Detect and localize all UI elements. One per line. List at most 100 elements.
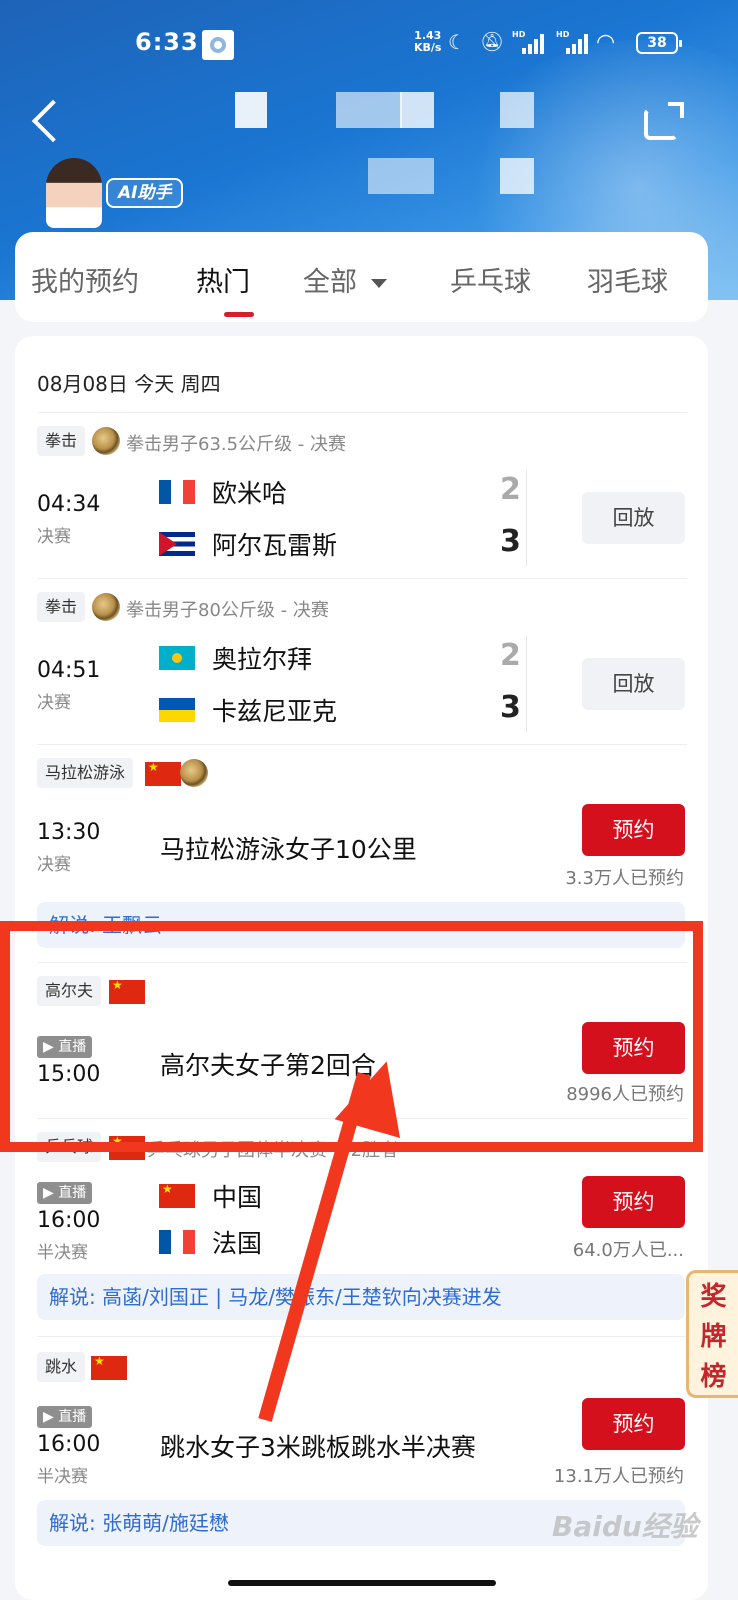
signal-icon: HD [512, 30, 544, 54]
redacted-block [400, 92, 434, 128]
chevron-down-icon [371, 279, 387, 288]
sport-tag: 拳击 [37, 592, 86, 622]
redacted-block [368, 158, 434, 194]
event-time: 16:00 [37, 1432, 101, 1457]
medal-tab-char: 奖 [700, 1282, 727, 1312]
list-item[interactable]: 拳击 拳击男子80公斤级 - 决赛 04:51 决赛 奥拉尔拜 卡兹尼亚克 2 … [15, 578, 708, 744]
network-speed: 1.43 KB/s [414, 30, 441, 54]
tab-hot[interactable]: 热门 [196, 260, 250, 299]
flag-icon-cuba [159, 532, 195, 556]
live-play-icon: ▶ 直播 [37, 1182, 93, 1204]
share-icon[interactable] [640, 98, 688, 144]
category-tabs: 我的预约 热门 全部 乒乓球 羽毛球 [15, 232, 708, 322]
flag-icon-china [109, 1136, 145, 1160]
reserve-button[interactable]: 预约 [582, 804, 685, 856]
medal-icon [180, 759, 208, 787]
team-name: 卡兹尼亚克 [212, 697, 338, 726]
tab-all[interactable]: 全部 [303, 260, 387, 299]
flag-icon-ukraine [159, 698, 195, 722]
battery-icon: 38 [636, 32, 682, 54]
list-item[interactable]: 马拉松游泳 13:30 决赛 马拉松游泳女子10公里 预约 3.3万人已预约 解… [15, 744, 708, 962]
event-time: 04:34 [37, 492, 101, 517]
flag-icon-france [159, 480, 195, 504]
commentary-bar[interactable]: 解说: 王飘云 [37, 902, 685, 948]
speed-unit: KB/s [414, 41, 442, 54]
reservation-count: 8996人已预约 [566, 1084, 684, 1105]
event-time: 13:30 [37, 820, 101, 845]
status-bar: 6:33 1.43 KB/s ☾ 🔕︎ HD HD ◠ 38 [0, 24, 738, 64]
tab-all-label: 全部 [303, 267, 357, 298]
watermark: Baidu经验 [552, 1510, 698, 1543]
event-stage: 决赛 [37, 527, 71, 547]
tab-badminton[interactable]: 羽毛球 [587, 260, 668, 299]
sport-tag: 高尔夫 [37, 976, 102, 1006]
medal-ranking-tab[interactable]: 奖 牌 榜 [686, 1270, 738, 1398]
event-title: 乒乓球男子团体半决赛 1-2胜者 [147, 1140, 399, 1161]
score: 2 [500, 472, 521, 507]
team-name: 欧米哈 [212, 479, 288, 508]
medal-icon [92, 593, 120, 621]
team-name: 阿尔瓦雷斯 [212, 531, 338, 560]
mute-bell-icon: 🔕︎ [480, 31, 505, 53]
list-item[interactable]: 乒乓球 乒乓球男子团体半决赛 1-2胜者 ▶ 直播 16:00 半决赛 中国 法… [15, 1118, 708, 1336]
back-arrow-icon[interactable] [31, 99, 75, 143]
event-title: 拳击男子63.5公斤级 - 决赛 [126, 434, 347, 455]
medal-icon [92, 427, 120, 455]
flag-icon-china [91, 1356, 127, 1380]
home-indicator[interactable] [228, 1580, 496, 1586]
reserve-button[interactable]: 预约 [582, 1022, 685, 1074]
moon-icon: ☾ [448, 30, 466, 54]
reservation-count: 13.1万人已预约 [553, 1466, 684, 1487]
score: 3 [500, 524, 521, 559]
redacted-block [500, 158, 534, 194]
flag-icon-france [159, 1230, 195, 1254]
redacted-block [235, 92, 267, 128]
flag-icon-china [159, 1184, 195, 1208]
flag-icon-china [109, 980, 145, 1004]
commentary-bar[interactable]: 解说: 高菡/刘国正 | 马龙/樊振东/王楚钦向决赛进发 [37, 1274, 685, 1320]
status-time: 6:33 [135, 28, 199, 56]
schedule-card: 08月08日 今天 周四 拳击 拳击男子63.5公斤级 - 决赛 04:34 决… [15, 336, 708, 1600]
team-name: 法国 [212, 1229, 263, 1258]
sport-tag: 马拉松游泳 [37, 758, 134, 788]
event-title: 马拉松游泳女子10公里 [160, 835, 417, 864]
event-title: 高尔夫女子第2回合 [160, 1051, 376, 1080]
redacted-block [336, 92, 402, 128]
list-item[interactable]: 拳击 拳击男子63.5公斤级 - 决赛 04:34 决赛 欧米哈 阿尔瓦雷斯 2… [15, 412, 708, 578]
battery-level: 38 [647, 35, 667, 51]
reservation-count: 3.3万人已预约 [565, 868, 684, 889]
event-stage: 半决赛 [37, 1243, 88, 1263]
ai-assistant-avatar[interactable] [46, 158, 102, 228]
event-time: 04:51 [37, 658, 101, 683]
ai-assistant-badge[interactable]: AI助手 [106, 178, 184, 208]
score: 3 [500, 690, 521, 725]
flag-icon-kazakhstan [159, 646, 195, 670]
replay-button[interactable]: 回放 [582, 492, 685, 544]
event-time: 16:00 [37, 1208, 101, 1233]
sport-tag: 乒乓球 [37, 1132, 102, 1162]
event-stage: 半决赛 [37, 1467, 88, 1487]
tab-my-reservations[interactable]: 我的预约 [31, 260, 139, 299]
event-time: 15:00 [37, 1062, 101, 1087]
event-stage: 决赛 [37, 693, 71, 713]
event-title: 拳击男子80公斤级 - 决赛 [126, 600, 329, 621]
reservation-count: 64.0万人已... [572, 1240, 684, 1261]
score: 2 [500, 638, 521, 673]
score-divider [526, 470, 527, 566]
event-title: 跳水女子3米跳板跳水半决赛 [160, 1433, 476, 1462]
medal-tab-char: 牌 [700, 1322, 727, 1352]
replay-button[interactable]: 回放 [582, 658, 685, 710]
reserve-button[interactable]: 预约 [582, 1176, 685, 1228]
team-name: 中国 [212, 1183, 263, 1212]
live-play-icon: ▶ 直播 [37, 1406, 93, 1428]
event-stage: 决赛 [37, 855, 71, 875]
wifi-icon: ◠ [596, 30, 616, 55]
medal-tab-char: 榜 [700, 1362, 727, 1392]
date-label: 08月08日 今天 周四 [37, 372, 221, 396]
signal-icon-2: HD [556, 30, 588, 54]
active-tab-indicator [224, 312, 254, 317]
reserve-button[interactable]: 预约 [582, 1398, 685, 1450]
app-notification-icon [202, 30, 234, 60]
tab-table-tennis[interactable]: 乒乓球 [450, 260, 531, 299]
score-divider [526, 636, 527, 732]
